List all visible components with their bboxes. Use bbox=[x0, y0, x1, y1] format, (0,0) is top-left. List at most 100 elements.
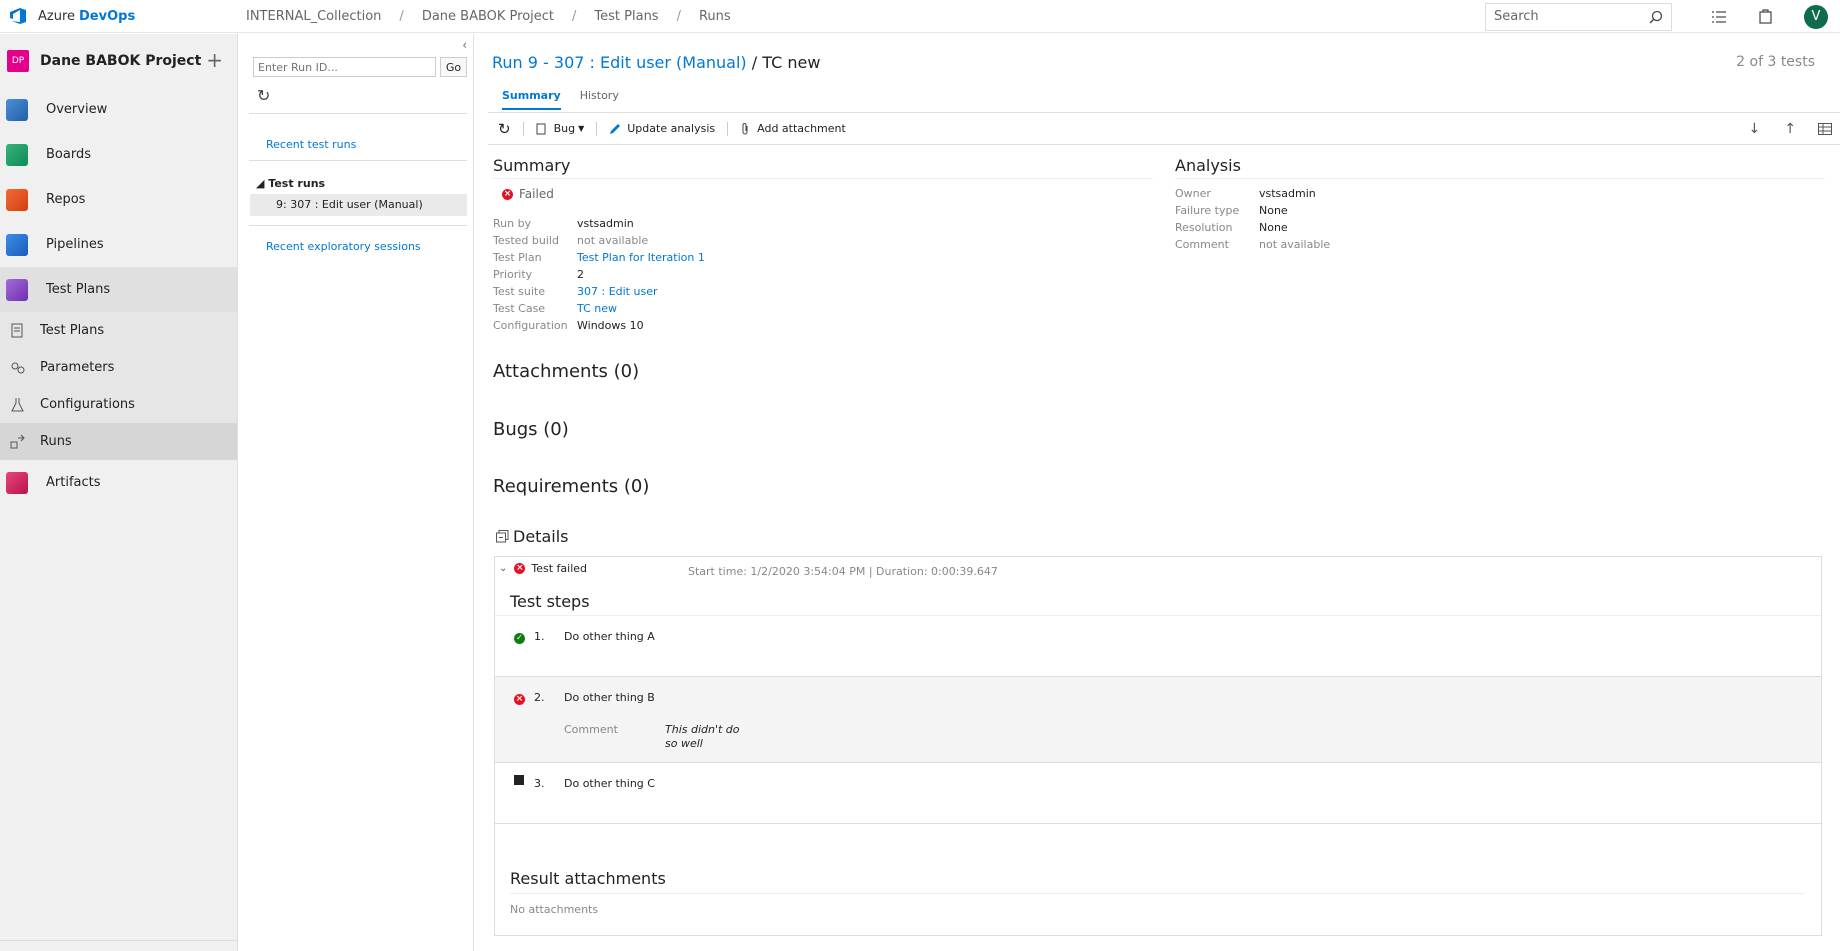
test-plan-icon bbox=[11, 323, 23, 337]
nav-item-artifacts[interactable]: Artifacts bbox=[0, 460, 237, 505]
step-text: Do other thing B bbox=[564, 691, 655, 704]
field-value: None bbox=[1259, 221, 1288, 234]
go-button[interactable]: Go bbox=[440, 57, 467, 77]
collapse-details-icon bbox=[496, 530, 509, 543]
nav-item-pipelines[interactable]: Pipelines bbox=[0, 222, 237, 267]
chevron-down-icon[interactable]: ⌄ bbox=[499, 563, 507, 574]
field-label: Test Plan bbox=[493, 251, 542, 264]
panel-divider bbox=[249, 160, 467, 161]
sub-item-parameters[interactable]: Parameters bbox=[0, 349, 237, 386]
panel-divider bbox=[249, 225, 467, 226]
details-title: Details bbox=[513, 527, 569, 546]
work-items-list-icon[interactable] bbox=[1709, 7, 1729, 27]
field-label: Resolution bbox=[1175, 221, 1233, 234]
breadcrumb-runs[interactable]: Runs bbox=[699, 9, 731, 24]
sub-item-test-plans[interactable]: Test Plans bbox=[0, 312, 237, 349]
nav-item-boards[interactable]: Boards bbox=[0, 132, 237, 177]
arrow-down-icon[interactable]: ↓ bbox=[1749, 121, 1761, 137]
field-value: vstsadmin bbox=[577, 217, 634, 230]
breadcrumb-separator: / bbox=[572, 8, 577, 24]
pencil-icon bbox=[610, 123, 621, 134]
nav-item-overview[interactable]: Overview bbox=[0, 87, 237, 132]
test-plan-link[interactable]: Test Plan for Iteration 1 bbox=[577, 251, 705, 264]
brand[interactable]: Azure DevOps bbox=[0, 6, 246, 26]
search-box[interactable]: Search bbox=[1485, 2, 1672, 31]
attachments-section-title: Attachments (0) bbox=[493, 361, 640, 382]
step-text: Do other thing A bbox=[564, 630, 655, 643]
step-number: 3. bbox=[534, 777, 545, 790]
requirements-section-title: Requirements (0) bbox=[493, 476, 650, 497]
blocked-flag-icon bbox=[514, 775, 524, 785]
no-attachments-text: No attachments bbox=[510, 903, 599, 916]
nav-label: Test Plans bbox=[46, 282, 111, 297]
field-label: Failure type bbox=[1175, 204, 1240, 217]
nav-item-test-plans[interactable]: Test Plans bbox=[0, 267, 237, 312]
tab-history[interactable]: History bbox=[580, 89, 619, 110]
left-navigation: DP Dane BABOK Project + Overview Boards … bbox=[0, 34, 238, 951]
run-link[interactable]: Run 9 - 307 : Edit user (Manual) bbox=[492, 53, 747, 72]
user-avatar[interactable]: V bbox=[1804, 4, 1828, 29]
test-suite-link[interactable]: 307 : Edit user bbox=[577, 285, 658, 298]
breadcrumb-collection[interactable]: INTERNAL_Collection bbox=[246, 9, 381, 24]
collapse-chevron-icon[interactable]: ‹ bbox=[462, 38, 467, 52]
test-step[interactable]: ✓ 1. Do other thing A bbox=[495, 615, 1821, 676]
field-value: Windows 10 bbox=[577, 319, 644, 332]
result-time: Start time: 1/2/2020 3:54:04 PM | Durati… bbox=[688, 565, 998, 578]
project-name: Dane BABOK Project bbox=[40, 52, 202, 69]
add-icon[interactable]: + bbox=[206, 48, 223, 72]
runs-icon bbox=[10, 434, 25, 448]
search-icon[interactable] bbox=[1649, 10, 1663, 24]
sub-item-runs[interactable]: Runs bbox=[0, 423, 237, 460]
test-case-link[interactable]: TC new bbox=[577, 302, 617, 315]
breadcrumb-test-plans[interactable]: Test Plans bbox=[594, 9, 658, 24]
grid-view-icon[interactable] bbox=[1818, 122, 1832, 135]
refresh-icon[interactable]: ↻ bbox=[257, 86, 270, 105]
selected-test-run[interactable]: 9: 307 : Edit user (Manual) bbox=[250, 194, 467, 216]
field-value: not available bbox=[577, 234, 649, 247]
bug-dropdown[interactable]: Bug ▼ bbox=[536, 122, 584, 135]
tab-summary[interactable]: Summary bbox=[502, 89, 561, 110]
test-runs-group[interactable]: ◢ Test runs bbox=[256, 177, 325, 190]
nav-label: Boards bbox=[46, 147, 91, 162]
run-id-input[interactable] bbox=[253, 57, 436, 77]
passed-icon: ✓ bbox=[514, 632, 525, 644]
title-separator: / bbox=[746, 53, 763, 72]
nav-label: Repos bbox=[46, 192, 86, 207]
nav-item-repos[interactable]: Repos bbox=[0, 177, 237, 222]
runs-panel: ‹ Go ↻ Recent test runs ◢ Test runs 9: 3… bbox=[239, 34, 474, 951]
toolbar-separator bbox=[522, 121, 524, 136]
field-label: Owner bbox=[1175, 187, 1211, 200]
result-attachments-divider bbox=[510, 893, 1805, 894]
details-panel: ⌄ × Test failed Start time: 1/2/2020 3:5… bbox=[494, 556, 1822, 936]
test-step[interactable]: × 2. Do other thing B Comment This didn'… bbox=[495, 676, 1821, 762]
recent-test-runs-link[interactable]: Recent test runs bbox=[266, 138, 356, 151]
sub-label: Runs bbox=[40, 434, 72, 449]
update-analysis-label: Update analysis bbox=[627, 122, 716, 135]
breadcrumb-project[interactable]: Dane BABOK Project bbox=[422, 9, 554, 24]
arrow-up-icon[interactable]: ↑ bbox=[1784, 121, 1796, 137]
add-attachment-button[interactable]: Add attachment bbox=[740, 122, 846, 135]
field-label: Run by bbox=[493, 217, 532, 230]
result-header[interactable]: ⌄ × Test failed bbox=[499, 562, 587, 575]
details-header[interactable]: Details bbox=[496, 527, 568, 546]
brand-name: DevOps bbox=[79, 8, 136, 24]
test-steps-title: Test steps bbox=[510, 592, 590, 611]
page-title: Run 9 - 307 : Edit user (Manual) / TC ne… bbox=[492, 53, 820, 72]
refresh-icon[interactable]: ↻ bbox=[498, 120, 511, 138]
sub-label: Parameters bbox=[40, 360, 115, 375]
recent-exploratory-sessions-link[interactable]: Recent exploratory sessions bbox=[266, 240, 421, 253]
failed-icon: × bbox=[514, 563, 526, 574]
test-step[interactable]: 3. Do other thing C bbox=[495, 762, 1821, 823]
field-label: Configuration bbox=[493, 319, 568, 332]
project-header[interactable]: DP Dane BABOK Project + bbox=[0, 34, 237, 87]
toolbar-separator bbox=[596, 121, 598, 136]
repos-icon bbox=[6, 188, 28, 211]
analysis-divider bbox=[1175, 178, 1825, 179]
main-content: Run 9 - 307 : Edit user (Manual) / TC ne… bbox=[475, 34, 1840, 951]
marketplace-bag-icon[interactable] bbox=[1755, 7, 1775, 27]
parameters-icon bbox=[11, 362, 25, 373]
test-plans-flask-icon bbox=[6, 278, 28, 301]
search-input[interactable]: Search bbox=[1494, 9, 1539, 24]
sub-item-configurations[interactable]: Configurations bbox=[0, 386, 237, 423]
update-analysis-button[interactable]: Update analysis bbox=[609, 122, 715, 135]
